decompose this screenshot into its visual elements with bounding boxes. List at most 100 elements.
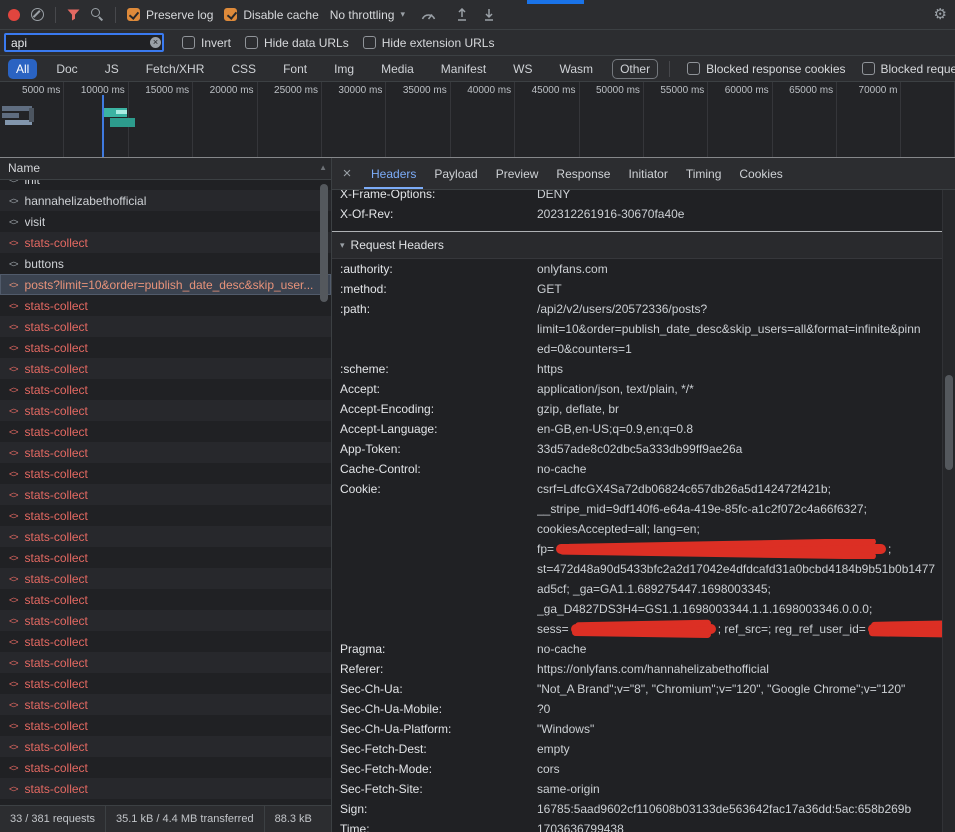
resources-size: 88.3 kB bbox=[265, 806, 322, 832]
request-row[interactable]: <>stats-collect bbox=[0, 757, 331, 778]
filter-pill-wasm[interactable]: Wasm bbox=[552, 59, 602, 79]
overview-selected-time-line bbox=[102, 95, 104, 158]
filter-input[interactable] bbox=[4, 33, 164, 52]
script-icon: <> bbox=[9, 721, 18, 731]
toolbar-divider bbox=[115, 7, 116, 23]
close-detail-icon[interactable]: × bbox=[332, 158, 362, 189]
disable-cache-label: Disable cache bbox=[243, 8, 318, 22]
filter-pill-other[interactable]: Other bbox=[612, 59, 658, 79]
header-row: Sec-Fetch-Site:same-origin bbox=[332, 779, 943, 799]
filter-pill-media[interactable]: Media bbox=[373, 59, 422, 79]
request-row[interactable]: <>stats-collect bbox=[0, 316, 331, 337]
request-row[interactable]: <>posts?limit=10&order=publish_date_desc… bbox=[0, 274, 331, 295]
header-value: DENY bbox=[537, 190, 943, 204]
request-row[interactable]: <>stats-collect bbox=[0, 400, 331, 421]
header-row: X-Of-Rev:202312261916-30670fa40e bbox=[332, 204, 943, 224]
filter-pill-img[interactable]: Img bbox=[326, 59, 362, 79]
detail-scrollbar[interactable] bbox=[942, 190, 955, 832]
request-row[interactable]: <>stats-collect bbox=[0, 358, 331, 379]
overview-column: 40000 ms bbox=[451, 82, 515, 157]
request-name: stats-collect bbox=[25, 509, 88, 523]
invert-checkbox[interactable]: Invert bbox=[182, 36, 231, 50]
header-value: empty bbox=[537, 739, 943, 759]
tab-response[interactable]: Response bbox=[549, 158, 617, 189]
script-icon: <> bbox=[9, 574, 18, 584]
request-row[interactable]: <>stats-collect bbox=[0, 232, 331, 253]
request-row[interactable]: <>stats-collect bbox=[0, 379, 331, 400]
tab-timing[interactable]: Timing bbox=[679, 158, 729, 189]
disable-cache-checkbox[interactable]: Disable cache bbox=[224, 8, 318, 22]
tab-preview[interactable]: Preview bbox=[489, 158, 546, 189]
header-value-text: sess= bbox=[537, 622, 569, 636]
filter-checkbox-blocked-requests[interactable]: Blocked requests bbox=[862, 62, 955, 76]
tab-payload[interactable]: Payload bbox=[427, 158, 484, 189]
filter-pill-css[interactable]: CSS bbox=[223, 59, 264, 79]
hide-extension-urls-label: Hide extension URLs bbox=[382, 36, 495, 50]
script-icon: <> bbox=[9, 511, 18, 521]
name-column-header[interactable]: Name bbox=[0, 158, 331, 180]
overview-time-label: 40000 ms bbox=[451, 82, 514, 96]
network-conditions-icon[interactable] bbox=[420, 8, 437, 21]
clear-filter-icon[interactable]: × bbox=[150, 37, 161, 48]
filter-pill-ws[interactable]: WS bbox=[505, 59, 540, 79]
tab-headers[interactable]: Headers bbox=[364, 158, 423, 189]
request-row[interactable]: <>stats-collect bbox=[0, 337, 331, 358]
request-headers-section-header[interactable]: ▾ Request Headers bbox=[332, 232, 943, 259]
hide-extension-urls-checkbox[interactable]: Hide extension URLs bbox=[363, 36, 495, 50]
request-row[interactable]: <>visit bbox=[0, 211, 331, 232]
request-row[interactable]: <>stats-collect bbox=[0, 484, 331, 505]
request-row[interactable]: <> stats-collect bbox=[0, 505, 331, 526]
request-row[interactable]: <>init bbox=[0, 180, 331, 190]
clear-button[interactable] bbox=[31, 8, 44, 21]
filter-checkbox-blocked-response-cookies[interactable]: Blocked response cookies bbox=[687, 62, 845, 76]
header-value: en-GB,en-US;q=0.9,en;q=0.8 bbox=[537, 419, 943, 439]
filter-pill-doc[interactable]: Doc bbox=[48, 59, 85, 79]
request-row[interactable]: <>stats-collect bbox=[0, 589, 331, 610]
request-row[interactable]: <>buttons bbox=[0, 253, 331, 274]
request-row[interactable]: <>stats-collect bbox=[0, 694, 331, 715]
record-button[interactable] bbox=[8, 9, 20, 21]
filter-pill-manifest[interactable]: Manifest bbox=[433, 59, 494, 79]
request-row[interactable]: <>stats-collect bbox=[0, 799, 331, 805]
request-row[interactable]: <>stats-collect bbox=[0, 463, 331, 484]
request-row[interactable]: <>hannahelizabethofficial bbox=[0, 190, 331, 211]
header-value: 1703636799438 bbox=[537, 819, 943, 832]
request-row[interactable]: <>stats-collect bbox=[0, 673, 331, 694]
scrollbar-thumb[interactable] bbox=[945, 375, 953, 470]
search-icon[interactable] bbox=[91, 8, 104, 21]
header-row: Time:1703636799438 bbox=[332, 819, 943, 832]
export-har-icon[interactable] bbox=[483, 8, 495, 21]
header-row: :method:GET bbox=[332, 279, 943, 299]
filter-pill-fetch-xhr[interactable]: Fetch/XHR bbox=[138, 59, 213, 79]
request-row[interactable]: <>stats-collect bbox=[0, 778, 331, 799]
request-row[interactable]: <>stats-collect bbox=[0, 652, 331, 673]
request-name: stats-collect bbox=[25, 572, 88, 586]
filter-pill-js[interactable]: JS bbox=[97, 59, 127, 79]
request-row[interactable]: <>stats-collect bbox=[0, 442, 331, 463]
request-name: stats-collect bbox=[25, 551, 88, 565]
request-row[interactable]: <>stats-collect bbox=[0, 526, 331, 547]
network-overview[interactable]: 5000 ms10000 ms15000 ms20000 ms25000 ms3… bbox=[0, 82, 955, 158]
tab-initiator[interactable]: Initiator bbox=[621, 158, 674, 189]
checkbox-icon bbox=[224, 8, 237, 21]
request-row[interactable]: <> stats-collect bbox=[0, 568, 331, 589]
request-row[interactable]: <>stats-collect bbox=[0, 631, 331, 652]
request-row[interactable]: <>stats-collect bbox=[0, 295, 331, 316]
tab-cookies[interactable]: Cookies bbox=[732, 158, 789, 189]
scrollbar-thumb[interactable] bbox=[320, 184, 328, 302]
filter-pill-font[interactable]: Font bbox=[275, 59, 315, 79]
request-row[interactable]: <>stats-collect bbox=[0, 736, 331, 757]
filter-toggle-icon[interactable] bbox=[67, 9, 80, 21]
gear-icon[interactable]: ⚙ bbox=[934, 6, 947, 24]
scroll-up-icon[interactable]: ▲ bbox=[319, 163, 327, 172]
preserve-log-checkbox[interactable]: Preserve log bbox=[127, 8, 213, 22]
throttling-dropdown[interactable]: No throttling ▾ bbox=[330, 8, 405, 22]
request-row[interactable]: <>stats-collect bbox=[0, 421, 331, 442]
request-row[interactable]: <>stats-collect bbox=[0, 610, 331, 631]
hide-data-urls-checkbox[interactable]: Hide data URLs bbox=[245, 36, 349, 50]
filter-pill-all[interactable]: All bbox=[8, 59, 37, 79]
request-row[interactable]: <>stats-collect bbox=[0, 547, 331, 568]
import-har-icon[interactable] bbox=[456, 8, 468, 21]
request-list-scrollbar[interactable] bbox=[319, 180, 330, 805]
request-row[interactable]: <>stats-collect bbox=[0, 715, 331, 736]
